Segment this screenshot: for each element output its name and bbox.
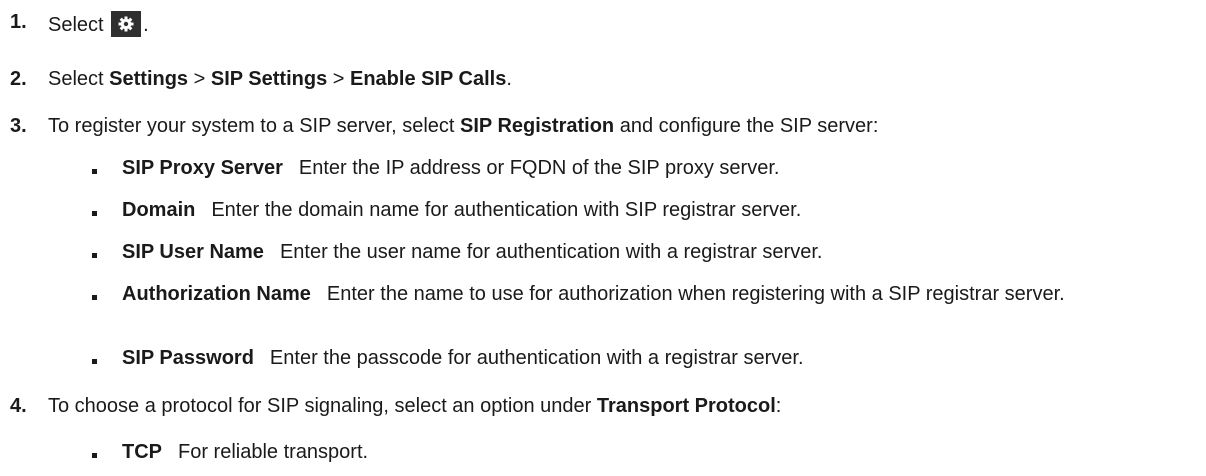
field-term: SIP Password [122, 347, 254, 369]
menu-path-enable-sip-calls: Enable SIP Calls [349, 68, 507, 90]
bullet-marker [92, 253, 97, 258]
option-description: For reliable transport. [178, 441, 369, 463]
step-number: 3. [10, 115, 27, 137]
step-text: Select . [48, 11, 149, 37]
field-term: SIP Proxy Server [122, 157, 283, 179]
step-text: To register your system to a SIP server,… [48, 115, 879, 137]
field-term: Domain [122, 199, 196, 221]
field-description: Enter the domain name for authentication… [211, 199, 802, 221]
field-term: SIP User Name [122, 241, 264, 263]
field-description: Enter the IP address or FQDN of the SIP … [298, 157, 780, 179]
option-term: TCP [122, 441, 162, 463]
step-number: 4. [10, 395, 27, 417]
gear-icon [111, 11, 142, 37]
step-number: 2. [10, 68, 27, 90]
bullet-marker [92, 453, 97, 458]
field-term: Authorization Name [122, 283, 311, 305]
step-text: Select Settings > SIP Settings > Enable … [48, 68, 512, 90]
bullet-marker [92, 295, 97, 300]
step-number: 1. [10, 11, 27, 33]
bullet-marker [92, 211, 97, 216]
menu-path-settings: Settings [109, 68, 189, 90]
field-description: Enter the passcode for authentication wi… [269, 347, 804, 369]
bullet-marker [92, 359, 97, 364]
step-text: To choose a protocol for SIP signaling, … [48, 395, 782, 417]
bullet-marker [92, 169, 97, 174]
menu-path-sip-settings: SIP Settings [210, 68, 328, 90]
field-description: Enter the name to use for authorization … [326, 283, 1065, 305]
field-description: Enter the user name for authentication w… [279, 241, 823, 263]
